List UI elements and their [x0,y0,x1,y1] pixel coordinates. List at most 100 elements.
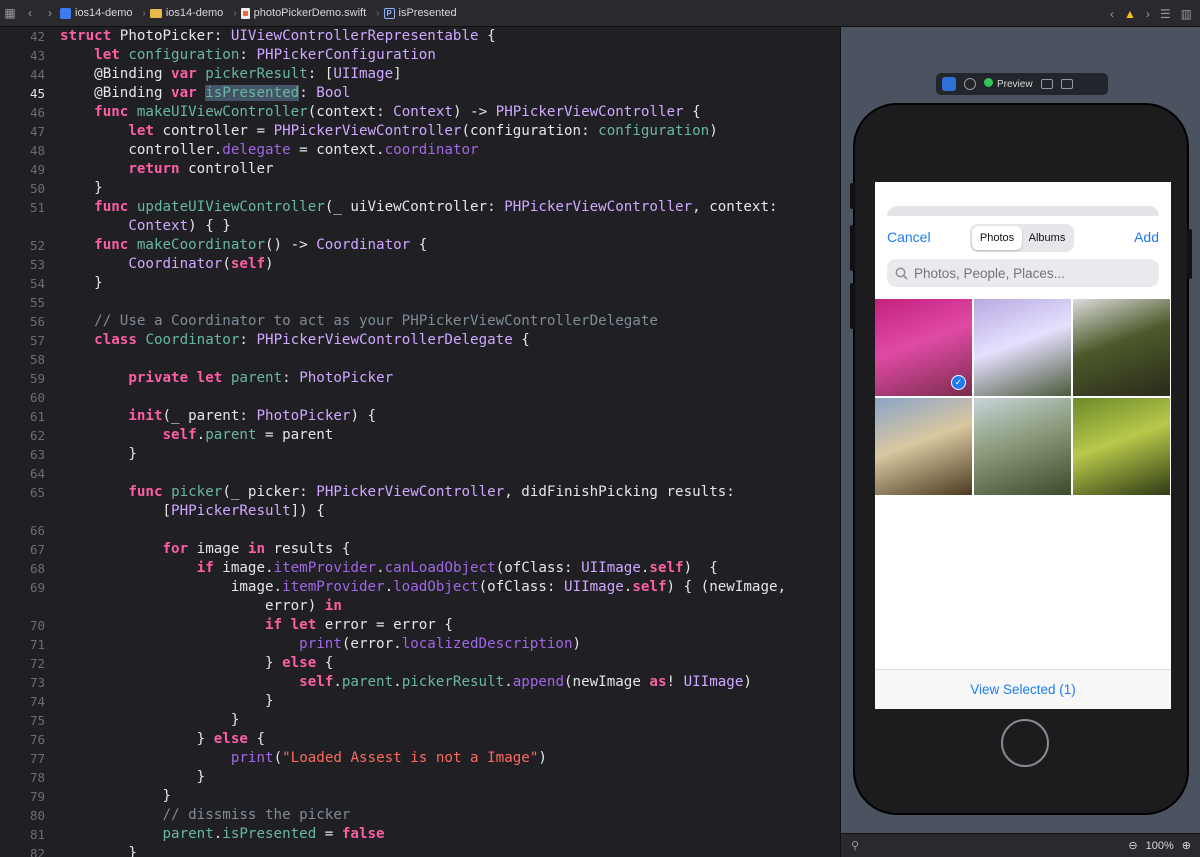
code-text[interactable]: func updateUIViewController(_ uiViewCont… [60,198,777,217]
code-text[interactable]: } else { [60,654,333,673]
zoom-out-icon[interactable]: ⊖ [1128,839,1137,852]
code-line[interactable]: 75 } [0,711,840,730]
code-text[interactable]: struct PhotoPicker: UIViewControllerRepr… [60,27,496,46]
back-icon[interactable]: ‹ [20,6,40,20]
code-line[interactable]: 55 [0,293,840,312]
view-selected-button[interactable]: View Selected (1) [875,669,1171,709]
code-line[interactable]: 79 } [0,787,840,806]
issue-back-icon[interactable]: ‹ [1110,7,1114,21]
code-line[interactable]: 61 init(_ parent: PhotoPicker) { [0,407,840,426]
code-text[interactable]: } [60,768,206,787]
split-editor-icon[interactable]: ▥ [1181,7,1192,21]
code-line[interactable]: 77 print("Loaded Assest is not a Image") [0,749,840,768]
run-on-device-icon[interactable] [1040,79,1053,89]
code-line[interactable]: 58 [0,350,840,369]
code-line[interactable]: 65 func picker(_ picker: PHPickerViewCon… [0,483,840,502]
code-line[interactable]: 72 } else { [0,654,840,673]
code-text[interactable]: self.parent = parent [60,426,334,445]
code-text[interactable]: // dissmiss the picker [60,806,351,825]
breadcrumb-symbol[interactable]: P isPresented [383,7,457,19]
code-line[interactable]: 82 } [0,844,840,857]
code-text[interactable]: for image in results { [60,540,351,559]
preview-button[interactable]: Preview [984,78,1033,90]
photo-thumbnail-rushing-water[interactable] [1073,299,1170,396]
code-text[interactable]: } [60,844,137,857]
code-text[interactable]: @Binding var pickerResult: [UIImage] [60,65,402,84]
code-line[interactable]: 76 } else { [0,730,840,749]
pin-icon[interactable]: ⚲ [851,839,859,852]
code-line[interactable]: 54 } [0,274,840,293]
code-text[interactable]: let controller = PHPickerViewController(… [60,122,717,141]
add-button[interactable]: Add [1134,229,1159,245]
search-input[interactable] [914,265,1144,281]
code-text[interactable]: image.itemProvider.loadObject(ofClass: U… [60,578,786,597]
code-text[interactable]: private let parent: PhotoPicker [60,369,393,388]
code-text[interactable]: } [60,711,240,730]
code-line[interactable]: 57 class Coordinator: PHPickerViewContro… [0,331,840,350]
code-line[interactable]: [PHPickerResult]) { [0,502,840,521]
code-line[interactable]: 46 func makeUIViewController(context: Co… [0,103,840,122]
code-text[interactable]: [PHPickerResult]) { [60,502,324,521]
code-line[interactable]: 63 } [0,445,840,464]
code-line[interactable]: 62 self.parent = parent [0,426,840,445]
code-line[interactable]: 45 @Binding var isPresented: Bool [0,84,840,103]
code-line[interactable]: 80 // dissmiss the picker [0,806,840,825]
code-line[interactable]: 73 self.parent.pickerResult.append(newIm… [0,673,840,692]
code-line[interactable]: 52 func makeCoordinator() -> Coordinator… [0,236,840,255]
code-line[interactable]: 56 // Use a Coordinator to act as your P… [0,312,840,331]
code-line[interactable]: 67 for image in results { [0,540,840,559]
warning-icon[interactable]: ▲ [1124,7,1136,21]
issue-forward-icon[interactable]: › [1146,7,1150,21]
code-line[interactable]: 50 } [0,179,840,198]
cancel-button[interactable]: Cancel [887,229,931,245]
code-text[interactable]: print(error.localizedDescription) [60,635,581,654]
code-line[interactable]: 51 func updateUIViewController(_ uiViewC… [0,198,840,217]
code-text[interactable]: if image.itemProvider.canLoadObject(ofCl… [60,559,718,578]
code-text[interactable]: } [60,692,274,711]
photo-thumbnail-foggy-field[interactable] [974,398,1071,495]
forward-icon[interactable]: › [40,6,60,20]
grid-icon[interactable]: ▦ [0,6,20,20]
segment-albums[interactable]: Albums [1022,226,1072,250]
code-text[interactable]: parent.isPresented = false [60,825,385,844]
code-line[interactable]: 81 parent.isPresented = false [0,825,840,844]
code-line[interactable]: 49 return controller [0,160,840,179]
code-text[interactable]: let configuration: PHPickerConfiguration [60,46,436,65]
photo-thumbnail-waterfall-purple[interactable] [974,299,1071,396]
photo-thumbnail-pink-flowers[interactable]: ✓ [875,299,972,396]
home-button[interactable] [1001,719,1049,767]
photo-thumbnail-green-leaves[interactable] [1073,398,1170,495]
code-line[interactable]: 53 Coordinator(self) [0,255,840,274]
code-line[interactable]: 60 [0,388,840,407]
code-text[interactable]: } else { [60,730,265,749]
code-text[interactable]: self.parent.pickerResult.append(newImage… [60,673,752,692]
code-line[interactable]: 71 print(error.localizedDescription) [0,635,840,654]
code-line[interactable]: 42 struct PhotoPicker: UIViewControllerRe… [0,27,840,46]
code-line[interactable]: 66 [0,521,840,540]
code-line[interactable]: 68 if image.itemProvider.canLoadObject(o… [0,559,840,578]
zoom-in-icon[interactable]: ⊕ [1182,839,1191,852]
code-line[interactable]: 48 controller.delegate = context.coordin… [0,141,840,160]
code-text[interactable]: error) in [60,597,342,616]
segment-photos[interactable]: Photos [972,226,1022,250]
code-line[interactable]: 70 if let error = error { [0,616,840,635]
code-text[interactable]: } [60,179,103,198]
code-text[interactable]: if let error = error { [60,616,453,635]
code-line[interactable]: 47 let controller = PHPickerViewControll… [0,122,840,141]
code-line[interactable]: 74 } [0,692,840,711]
code-text[interactable]: Coordinator(self) [60,255,273,274]
code-text[interactable]: return controller [60,160,273,179]
code-line[interactable]: 78 } [0,768,840,787]
breadcrumb-group[interactable]: ios14-demo [149,7,223,19]
source-editor[interactable]: 42 struct PhotoPicker: UIViewControllerRe… [0,27,840,857]
breadcrumb-file[interactable]: photoPickerDemo.swift [240,7,366,19]
photo-thumbnail-canyon-falls[interactable] [875,398,972,495]
code-text[interactable]: @Binding var isPresented: Bool [60,84,350,103]
code-text[interactable]: Context) { } [60,217,231,236]
code-line[interactable]: 64 [0,464,840,483]
live-preview-icon[interactable] [942,77,956,91]
code-line[interactable]: 59 private let parent: PhotoPicker [0,369,840,388]
code-line[interactable]: error) in [0,597,840,616]
code-line[interactable]: 44 @Binding var pickerResult: [UIImage] [0,65,840,84]
breadcrumb-project[interactable]: ios14-demo [60,7,132,19]
